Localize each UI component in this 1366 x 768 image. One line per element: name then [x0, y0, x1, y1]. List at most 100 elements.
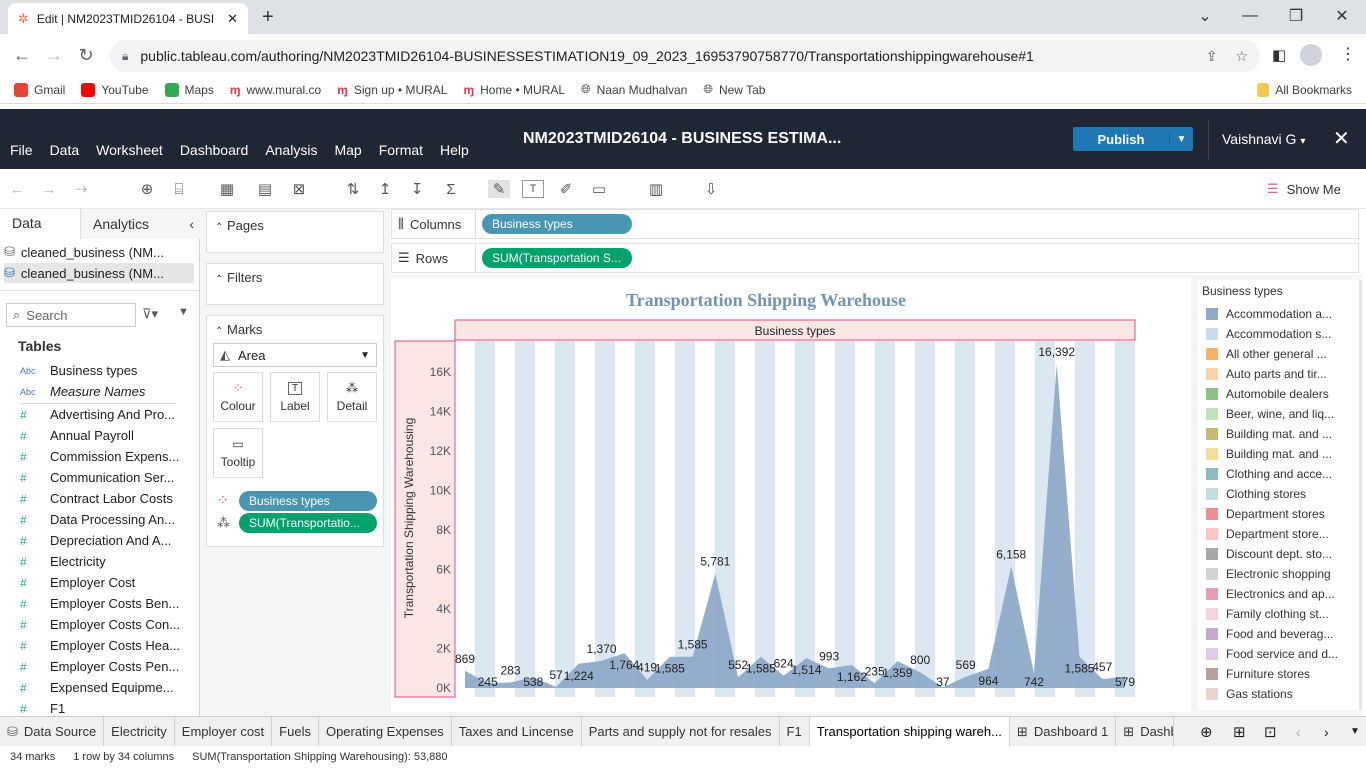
legend-item[interactable]: Building mat. and ... [1198, 424, 1362, 444]
tab-scroll-right-icon[interactable]: › [1324, 724, 1329, 740]
chevron-down-icon[interactable]: ⌄ [1185, 4, 1225, 28]
undo-icon[interactable]: ← [6, 180, 28, 198]
tab-transportation-shipping[interactable]: Transportation shipping wareh... [809, 716, 1010, 747]
profile-avatar-icon[interactable] [1300, 44, 1322, 66]
tab-parts-supply[interactable]: Parts and supply not for resales [582, 716, 780, 747]
all-bookmarks[interactable]: All Bookmarks [1249, 82, 1360, 97]
tab-analytics[interactable]: Analytics ‹ [80, 209, 200, 239]
tab-employer-cost[interactable]: Employer cost [175, 716, 273, 747]
menu-map[interactable]: Map [334, 142, 361, 158]
menu-dashboard[interactable]: Dashboard [180, 142, 249, 158]
tab-taxes[interactable]: Taxes and Lincense [452, 716, 582, 747]
forward-icon[interactable]: → [38, 39, 70, 71]
legend-item[interactable]: Clothing stores [1198, 484, 1362, 504]
legend-item[interactable]: Family clothing st... [1198, 604, 1362, 624]
measure-field[interactable]: # Employer Costs Hea... [20, 635, 196, 656]
new-datasource-icon[interactable]: ⊕ [136, 180, 158, 198]
legend-item[interactable]: Food service and d... [1198, 644, 1362, 664]
pages-card[interactable]: ⌃ Pages [206, 211, 384, 253]
legend-scrollbar[interactable] [1359, 280, 1362, 710]
menu-format[interactable]: Format [379, 142, 423, 158]
tab-dashboard[interactable]: ⊞ Dashboard [1116, 716, 1175, 747]
measure-field[interactable]: # Commission Expens... [20, 446, 196, 467]
minimize-icon[interactable]: — [1230, 4, 1270, 28]
new-tab-icon[interactable]: + [262, 6, 274, 29]
measure-field[interactable]: # Electricity [20, 551, 196, 572]
legend-item[interactable]: Clothing and acce... [1198, 464, 1362, 484]
bookmark-gmail[interactable]: Gmail [6, 82, 73, 97]
marks-pill-sum[interactable]: SUM(Transportatio... [239, 513, 377, 533]
kebab-menu-icon[interactable]: ⋮ [1340, 44, 1356, 64]
close-editor-icon[interactable]: ✕ [1333, 126, 1350, 151]
rows-shelf[interactable]: ☰ Rows SUM(Transportation S... [391, 243, 1359, 273]
bookmark-mural-signup[interactable]: ɱ Sign up • MURAL [329, 83, 455, 97]
measure-field[interactable]: # Advertising And Pro... [20, 404, 196, 425]
menu-help[interactable]: Help [440, 142, 469, 158]
workbook-title[interactable]: NM2023TMID26104 - BUSINESS ESTIMA... [523, 130, 841, 148]
redo-icon[interactable]: → [38, 180, 60, 198]
show-me-button[interactable]: ☰ Show Me [1267, 181, 1341, 197]
legend-item[interactable]: Department store... [1198, 524, 1362, 544]
format-icon[interactable]: ✐ [555, 180, 577, 198]
colour-button[interactable]: ⁘ Colour [213, 372, 263, 422]
bookmark-youtube[interactable]: YouTube [73, 82, 156, 97]
publish-button[interactable]: Publish ▼ [1073, 127, 1193, 151]
rows-pill[interactable]: SUM(Transportation S... [482, 248, 632, 268]
collapse-icon[interactable]: ‹ [189, 216, 194, 232]
measure-field[interactable]: # Annual Payroll [20, 425, 196, 446]
measure-field[interactable]: # Data Processing An... [20, 509, 196, 530]
tab-data[interactable]: Data [0, 209, 80, 239]
legend-item[interactable]: Accommodation s... [1198, 324, 1362, 344]
new-dashboard-tab-icon[interactable]: ⊞ [1233, 723, 1246, 741]
tab-menu-icon[interactable]: ▼ [1350, 726, 1360, 737]
totals-icon[interactable]: Σ [440, 180, 462, 198]
measure-field[interactable]: # Employer Costs Con... [20, 614, 196, 635]
legend-item[interactable]: Furniture stores [1198, 664, 1362, 684]
bookmark-mural[interactable]: ɱ www.mural.co [222, 83, 329, 97]
new-worksheet-icon[interactable]: ▦ [216, 180, 238, 198]
more-options-icon[interactable]: ▼ [178, 306, 189, 318]
legend-item[interactable]: Accommodation a... [1198, 304, 1362, 324]
tab-electricity[interactable]: Electricity [104, 716, 175, 747]
measure-field[interactable]: # Employer Costs Ben... [20, 593, 196, 614]
legend-item[interactable]: Beer, wine, and liq... [1198, 404, 1362, 424]
close-window-icon[interactable]: ✕ [1322, 4, 1362, 28]
datasource-item[interactable]: ⛁ cleaned_business (NM... [4, 242, 194, 262]
menu-worksheet[interactable]: Worksheet [96, 142, 163, 158]
marks-pill-business-types[interactable]: Business types [239, 491, 377, 511]
browser-tab[interactable]: ✲ Edit | NM2023TMID26104 - BUSI ✕ [8, 3, 248, 34]
menu-data[interactable]: Data [50, 142, 80, 158]
presentation-icon[interactable]: ▥ [645, 180, 667, 198]
mark-type-select[interactable]: ◭ Area ▼ [213, 343, 377, 367]
share-icon[interactable]: ⇪ [1206, 48, 1218, 65]
legend-item[interactable]: Discount dept. sto... [1198, 544, 1362, 564]
tab-dashboard-1[interactable]: ⊞ Dashboard 1 [1010, 716, 1117, 747]
legend-item[interactable]: Electronic shopping [1198, 564, 1362, 584]
measure-field[interactable]: # Depreciation And A... [20, 530, 196, 551]
new-story-tab-icon[interactable]: ⊡ [1264, 723, 1277, 741]
chevron-down-icon[interactable]: ▼ [1169, 133, 1193, 145]
legend-item[interactable]: Food and beverag... [1198, 624, 1362, 644]
show-labels-icon[interactable]: T [522, 180, 544, 198]
bookmark-maps[interactable]: Maps [157, 82, 222, 97]
legend-item[interactable]: Building mat. and ... [1198, 444, 1362, 464]
dimension-field[interactable]: Abc Business types [20, 360, 196, 381]
measure-field[interactable]: # Employer Cost [20, 572, 196, 593]
menu-analysis[interactable]: Analysis [265, 142, 317, 158]
legend-item[interactable]: All other general ... [1198, 344, 1362, 364]
legend-item[interactable]: Gas stations [1198, 684, 1362, 704]
replay-icon[interactable]: ⇢ [70, 180, 92, 198]
swap-icon[interactable]: ⇅ [342, 180, 364, 198]
reload-icon[interactable]: ↻ [70, 39, 102, 71]
detail-button[interactable]: ⁂ Detail [327, 372, 377, 422]
tab-f1[interactable]: F1 [780, 716, 810, 747]
back-icon[interactable]: ← [6, 39, 38, 71]
dimension-field[interactable]: Abc Measure Names [20, 381, 196, 402]
search-input[interactable]: ⌕ Search [6, 303, 136, 327]
tab-data-source[interactable]: ⛁ Data Source [0, 716, 105, 747]
sort-ascending-icon[interactable]: ↥ [374, 180, 396, 198]
legend-item[interactable]: Electronics and ap... [1198, 584, 1362, 604]
measure-field[interactable]: # Contract Labor Costs [20, 488, 196, 509]
user-menu[interactable]: Vaishnavi G ▾ [1222, 131, 1305, 147]
bookmark-new-tab[interactable]: 🌐︎ New Tab [695, 82, 773, 97]
